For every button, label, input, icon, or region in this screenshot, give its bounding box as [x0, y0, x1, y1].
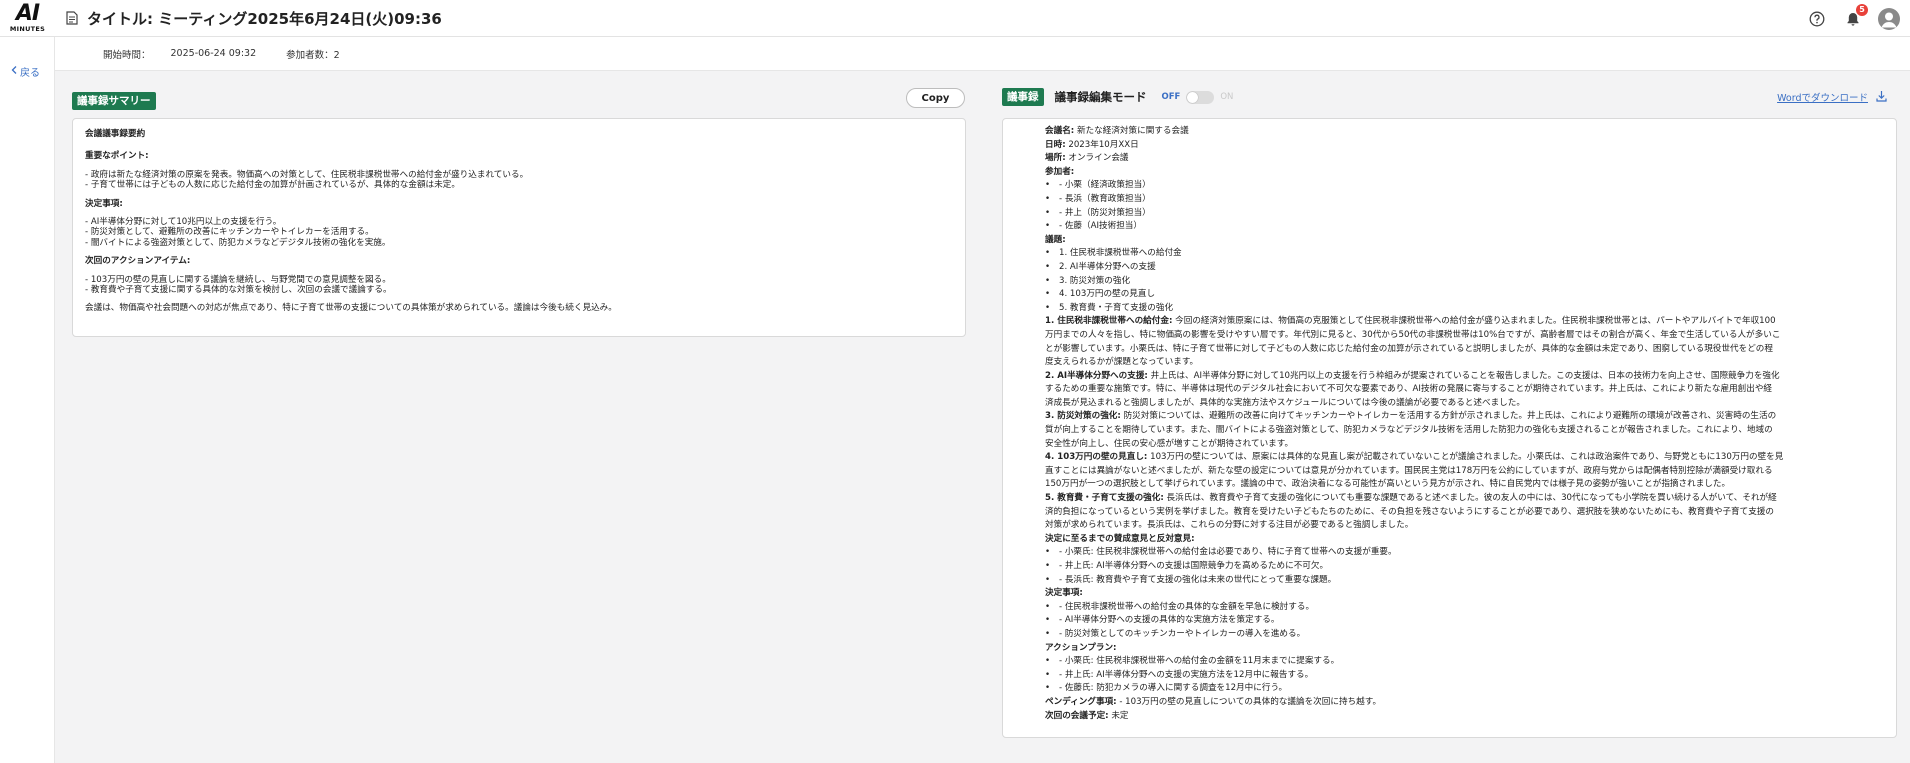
list-item: • - 小栗氏: 住民税非課税世帯への給付金は必要であり、特に子育て世帯への支援が… — [1045, 547, 1397, 558]
summary-action: - 103万円の壁の見直しに関する議論を継続し、与野党間での意見調整を図る。 — [85, 274, 391, 285]
attendees-label: 参加者: — [1045, 166, 1075, 177]
list-item: • 5. 教育費・子育て支援の強化 — [1045, 302, 1174, 313]
list-item: • 1. 住民税非課税世帯への給付金 — [1045, 248, 1182, 259]
minutes-panel[interactable]: 会議名: 新たな経済対策に関する会議 日時: 2023年10月XX日 場所: オ… — [1002, 118, 1897, 738]
download-label: Wordでダウンロード — [1777, 93, 1868, 104]
list-item: • - 井上（防災対策担当） — [1045, 207, 1151, 218]
next-meeting-text: 未定 — [1108, 710, 1129, 721]
section-line: とが影響しています。小栗氏は、特に子育て世帯に対して子どもの人数に応じた給付金の… — [1045, 343, 1773, 354]
section-line: 安全性が向上し、住民の安心感が増すことが期待されています。 — [1045, 438, 1294, 449]
list-item: • - 住民税非課税世帯への給付金の具体的な金額を早急に検討する。 — [1045, 601, 1315, 612]
logo-wordmark: MINUTES — [9, 25, 46, 33]
edit-mode-toggle[interactable] — [1186, 90, 1215, 104]
section-line: 万円までの人々を指し、特に物価高の影響を受けやすい層です。年代別に見ると、30代… — [1045, 329, 1781, 340]
list-item: • - AI半導体分野への支援の具体的な実施方法を策定する。 — [1045, 615, 1280, 626]
section-2: 2. AI半導体分野への支援: 井上氏は、AI半導体分野に対して10兆円以上の支… — [1045, 370, 1780, 381]
section-line: 質が向上することを期待しています。また、闇バイトによる強盗対策として、防犯カメラ… — [1045, 425, 1773, 436]
meeting-place: オンライン会議 — [1065, 153, 1129, 164]
meeting-name-label: 会議名: — [1045, 126, 1075, 136]
summary-panel: 会議議事録要約 重要なポイント: - 政府は新たな経済対策の原案を発表。物価高へ… — [72, 118, 966, 337]
section-line: 済的負担になっているという実例を挙げました。教育を受けたい子どもたちのために、そ… — [1045, 506, 1775, 517]
user-avatar[interactable] — [1878, 7, 1900, 30]
back-link[interactable]: 戻る — [11, 64, 40, 79]
opinions-label: 決定に至るまでの賛成意見と反対意見: — [1045, 533, 1195, 544]
logo-mark: AI — [15, 1, 40, 26]
start-time-label: 開始時間： — [103, 49, 151, 61]
summary-decision: - AI半導体分野に対して10兆円以上の支援を行う。 — [85, 217, 282, 228]
section-line: するための重要な施策です。特に、半導体は現代のデジタル社会において不可欠な要素で… — [1045, 384, 1773, 395]
decisions-label: 決定事項: — [1045, 588, 1083, 599]
list-item: • 2. AI半導体分野への支援 — [1045, 261, 1156, 272]
pending-label: ペンディング事項: — [1045, 696, 1117, 707]
list-item: • - 小栗氏: 住民税非課税世帯への給付金の金額を11月末までに提案する。 — [1045, 656, 1340, 667]
agenda-label: 議題: — [1045, 234, 1066, 245]
pending-text: - 103万円の壁の見直しについての具体的な議論を次回に持ち越す。 — [1116, 696, 1382, 707]
toggle-off-label: OFF — [1161, 92, 1181, 102]
decisions-heading: 決定事項: — [85, 198, 123, 209]
toggle-knob — [1187, 91, 1199, 103]
actions-heading: 次回のアクションアイテム: — [85, 256, 191, 267]
list-item: • - 防災対策としてのキッチンカーやトイレカーの導入を進める。 — [1045, 628, 1306, 639]
list-item: • - 井上氏: AI半導体分野への支援の実施方法を12月中に報告する。 — [1045, 669, 1314, 680]
date-label: 日時: — [1045, 139, 1066, 150]
download-icon — [1876, 90, 1887, 105]
summary-action: - 教育費や子育て支援に関する具体的な対策を検討し、次回の会議で議論する。 — [85, 285, 392, 296]
summary-point: - 子育て世帯には子どもの人数に応じた給付金の加算が計画されているが、具体的な金… — [85, 180, 460, 191]
minutes-tag: 議事録 — [1002, 88, 1044, 106]
summary-header: 議事録サマリー — [72, 89, 156, 110]
list-item: • - 小栗（経済政策担当） — [1045, 180, 1151, 191]
document-icon — [65, 10, 79, 26]
points-heading: 重要なポイント: — [85, 151, 149, 162]
word-download-link[interactable]: Wordでダウンロード — [1777, 90, 1887, 105]
section-line: 済成長が見込まれると強調しましたが、具体的な実施方法やスケジュールについては今後… — [1045, 397, 1525, 408]
list-item: • 4. 103万円の壁の見直し — [1045, 289, 1156, 300]
section-line: 度支えられるかが課題となっています。 — [1045, 357, 1199, 368]
participant-count: 参加者数：2 — [286, 49, 340, 61]
top-bar: AI MINUTES タイトル: ミーティング2025年6月24日(火)09:3… — [0, 0, 1910, 37]
minutes-header: 議事録 議事録編集モード OFF ON Wordでダウンロード — [1002, 88, 1897, 106]
notification-bell-icon[interactable]: 5 — [1844, 3, 1868, 28]
left-rail: 戻る — [0, 37, 55, 763]
meeting-meta-bar: 開始時間： 2025-06-24 09:32 参加者数：2 — [55, 37, 1910, 71]
section-line: 直すことには異論がないと述べましたが、新たな壁の設定については意見が分かれていま… — [1045, 465, 1773, 476]
summary-conclusion: 会議は、物価高や社会問題への対応が焦点であり、特に子育て世帯の支援についての具体… — [85, 303, 617, 314]
edit-mode-label: 議事録編集モード — [1054, 90, 1147, 104]
summary-decision: - 闇バイトによる強盗対策として、防犯カメラなどデジタル技術の強化を実施。 — [85, 237, 391, 248]
list-item: • - 長浜氏: 教育費や子育て支援の強化は未来の世代にとって重要な課題。 — [1045, 574, 1337, 585]
next-meeting-label: 次回の会議予定: — [1045, 710, 1109, 721]
list-item: • - 佐藤（AI技術担当） — [1045, 221, 1142, 232]
toggle-on-label: ON — [1220, 92, 1234, 102]
copy-button[interactable]: Copy — [906, 88, 965, 108]
summary-decision: - 防災対策として、避難所の改善にキッチンカーやトイレカーを活用する。 — [85, 227, 374, 238]
notification-badge: 5 — [1856, 3, 1868, 16]
list-item: • - 長浜（教育政策担当） — [1045, 193, 1151, 204]
help-icon[interactable] — [1808, 10, 1826, 28]
app-logo[interactable]: AI MINUTES — [0, 0, 55, 37]
start-time-value: 2025-06-24 09:32 — [170, 48, 257, 59]
back-label: 戻る — [20, 68, 40, 79]
page-title: タイトル: ミーティング2025年6月24日(火)09:36 — [87, 9, 442, 28]
summary-point: - 政府は新たな経済対策の原案を発表。物価高への対策として、住民税非課税世帯への… — [85, 169, 529, 180]
section-4: 4. 103万円の壁の見直し: 103万円の壁については、原案には具体的な見直し… — [1045, 452, 1784, 463]
chevron-left-icon — [11, 66, 17, 77]
list-item: • - 佐藤氏: 防犯カメラの導入に関する調査を12月中に行う。 — [1045, 683, 1288, 694]
section-5: 5. 教育費・子育て支援の強化: 長浜氏は、教育費や子育て支援の強化についても重… — [1045, 493, 1777, 504]
meeting-name: 新たな経済対策に関する会議 — [1074, 126, 1189, 136]
section-3: 3. 防災対策の強化: 防災対策については、避難所の改善に向けてキッチンカーやト… — [1045, 411, 1777, 422]
summary-heading: 会議議事録要約 — [85, 129, 146, 139]
list-item: • 3. 防災対策の強化 — [1045, 275, 1131, 286]
action-plan-label: アクションプラン: — [1045, 642, 1117, 653]
section-line: 対策が求められています。長浜氏は、これらの分野に対する注目が必要であると強調しま… — [1045, 520, 1414, 531]
summary-tag: 議事録サマリー — [72, 92, 156, 110]
list-item: • - 井上氏: AI半導体分野への支援は国際競争力を高めるために不可欠。 — [1045, 561, 1329, 571]
meeting-date: 2023年10月XX日 — [1065, 139, 1139, 150]
section-line: 150万円が一つの選択肢として挙げられています。議論の中で、政治決着になる可能性… — [1045, 479, 1731, 490]
section-1: 1. 住民税非課税世帯への給付金: 今回の経済対策原案には、物価高の克服策として… — [1045, 316, 1776, 327]
place-label: 場所: — [1045, 153, 1066, 164]
